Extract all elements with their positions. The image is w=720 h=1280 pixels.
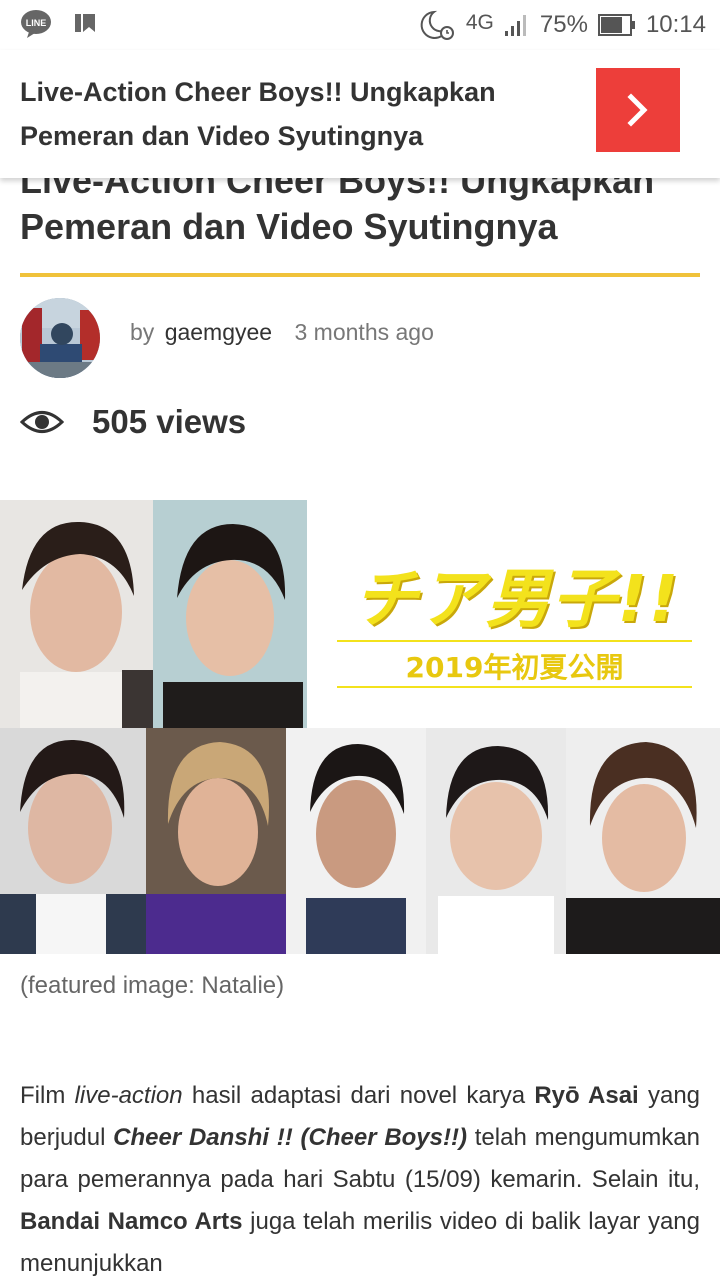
featured-image[interactable]: チア男子!! 2019年初夏公開 <box>0 500 720 954</box>
cast-photo <box>153 500 307 728</box>
sticky-header: Live-Action Cheer Boys!! Ungkapkan Pemer… <box>0 50 720 178</box>
byline: by gaemgyee 3 months ago <box>130 319 434 346</box>
views-row: 505 views <box>20 400 246 444</box>
status-bar: LINE 4G 75% 10:14 <box>0 0 720 50</box>
logo-rule <box>337 640 692 642</box>
moon-alarm-icon <box>420 10 454 40</box>
company-name-bold: Bandai Namco Arts <box>20 1208 243 1235</box>
author-avatar[interactable] <box>20 298 100 378</box>
eye-icon <box>20 411 64 433</box>
sticky-title[interactable]: Live-Action Cheer Boys!! Ungkapkan Pemer… <box>20 70 580 158</box>
battery-icon <box>597 14 635 36</box>
by-label: by <box>130 319 155 345</box>
line-app-icon: LINE <box>21 10 51 38</box>
body-text: Film <box>20 1082 75 1109</box>
cast-photo <box>0 500 153 728</box>
author-name-bold: Ryō Asai <box>534 1082 639 1109</box>
movie-logo-panel: チア男子!! 2019年初夏公開 <box>307 500 720 728</box>
status-right: 4G 75% 10:14 <box>420 8 706 42</box>
cast-photo <box>0 728 146 954</box>
body-text-italic: live-action <box>74 1082 183 1109</box>
signal-icon <box>504 15 526 36</box>
bookmark-icon <box>75 14 95 32</box>
release-text: 2019年初夏公開 <box>405 651 624 684</box>
cast-photo <box>286 728 426 954</box>
body-text: hasil adaptasi dari novel karya <box>182 1082 535 1109</box>
avatar-image <box>20 298 100 378</box>
chevron-right-icon <box>627 93 648 127</box>
image-caption: (featured image: Natalie) <box>20 972 285 999</box>
cast-photo <box>146 728 286 954</box>
cast-photo <box>426 728 566 954</box>
battery-percent: 75% <box>539 11 588 38</box>
novel-title: Cheer Danshi !! (Cheer Boys!!) <box>113 1124 467 1151</box>
network-type: 4G <box>465 11 494 34</box>
author-link[interactable]: gaemgyee <box>165 319 272 345</box>
clock: 10:14 <box>645 11 706 38</box>
title-divider <box>20 273 700 277</box>
views-count: 505 views <box>92 403 247 440</box>
post-time: 3 months ago <box>294 319 434 345</box>
cast-photo <box>566 728 720 954</box>
next-article-button[interactable] <box>596 68 680 152</box>
article-paragraph: Film live-action hasil adaptasi dari nov… <box>20 1075 700 1280</box>
movie-logo: チア男子!! <box>353 563 681 637</box>
logo-rule <box>337 686 692 688</box>
svg-text:LINE: LINE <box>26 18 47 28</box>
